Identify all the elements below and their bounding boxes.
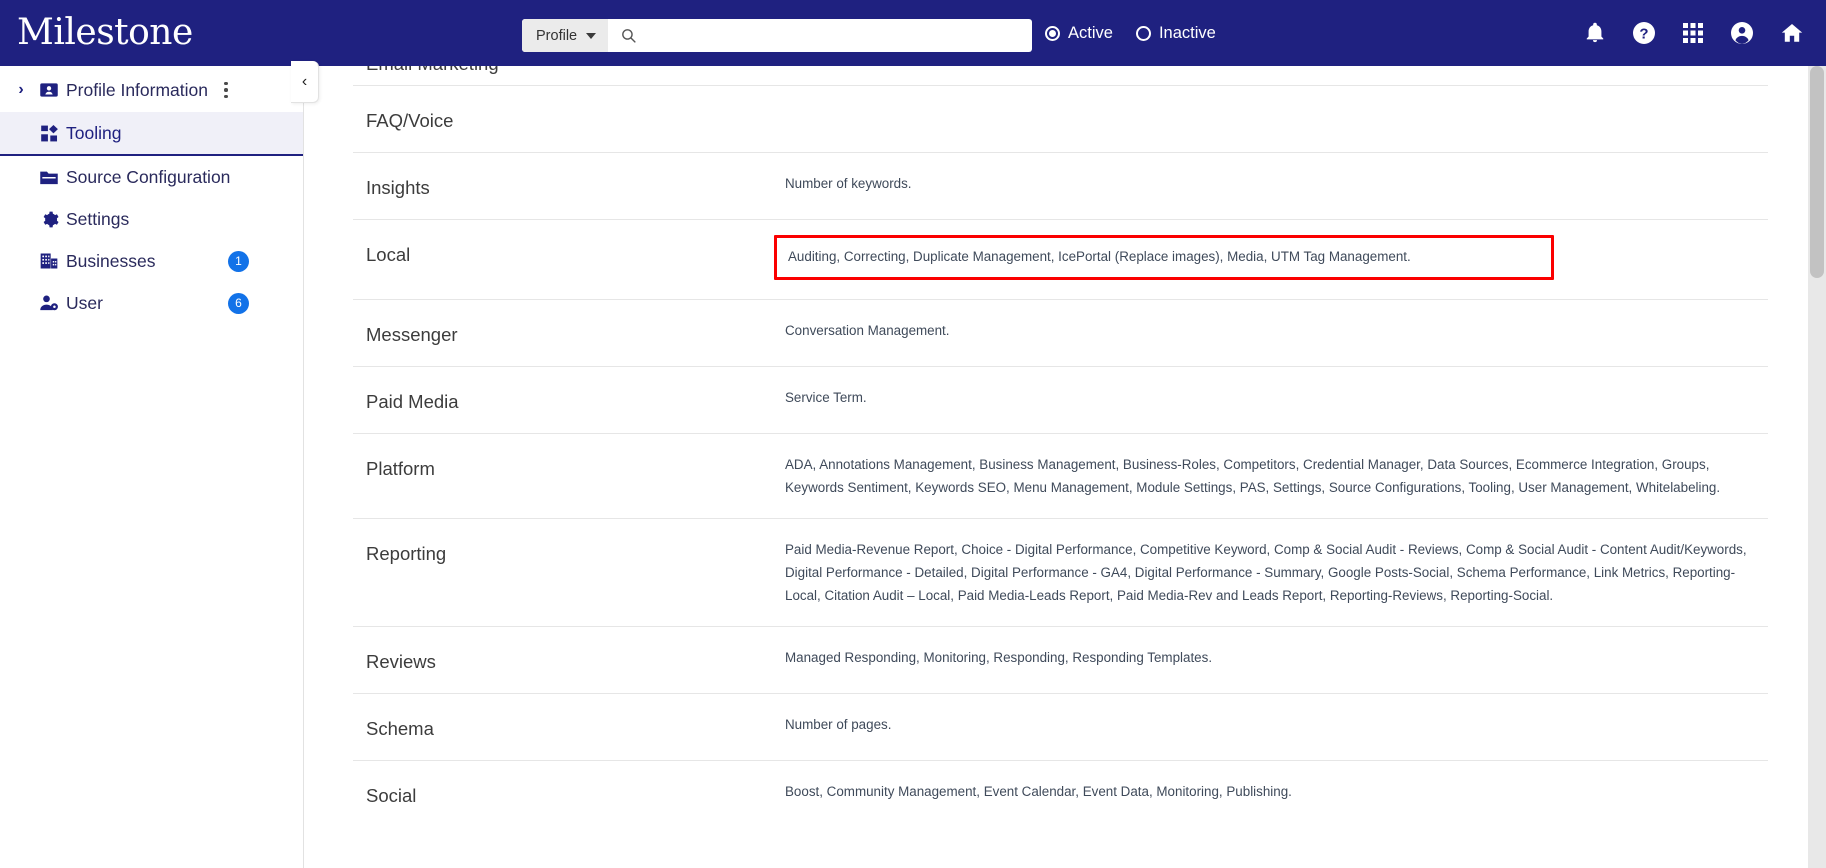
sidebar-item-label: Settings [66, 208, 130, 229]
tooling-table: Email Marketing FAQ/Voice Insights Numbe… [305, 66, 1808, 827]
row-name: Platform [366, 458, 435, 480]
search-scope-label: Profile [536, 27, 578, 44]
sidebar-badge-businesses: 1 [228, 250, 249, 272]
sidebar-item-profile-information[interactable]: › Profile Information [0, 68, 303, 112]
row-name: Messenger [366, 324, 458, 346]
tooling-content-panel: Email Marketing FAQ/Voice Insights Numbe… [305, 66, 1808, 868]
chevron-left-icon: ‹ [301, 72, 308, 90]
sidebar-item-label: Profile Information [66, 79, 209, 100]
radio-inactive[interactable]: Inactive [1135, 23, 1216, 43]
table-row[interactable]: Paid Media Service Term. [353, 366, 1768, 433]
sidebar-item-label: Businesses [66, 250, 156, 271]
account-circle-icon[interactable] [1730, 21, 1754, 45]
status-filter-group: Active Inactive [1045, 0, 1216, 66]
sidebar-item-settings[interactable]: Settings [0, 198, 303, 240]
row-description [785, 105, 1768, 133]
row-description: Conversation Management. [785, 323, 950, 339]
sidebar-item-label: Source Configuration [66, 166, 231, 187]
row-description: Number of keywords. [785, 176, 912, 191]
table-row[interactable]: Reporting Paid Media-Revenue Report, Cho… [353, 518, 1768, 626]
row-name: Reporting [366, 543, 447, 565]
global-search: Profile [522, 19, 1032, 52]
sidebar-item-tooling[interactable]: Tooling [0, 112, 303, 156]
sidebar-badge-user: 6 [228, 292, 249, 314]
top-navigation-bar: Milestone Profile Active Inactive ? [0, 0, 1826, 66]
sidebar-item-label: Tooling [66, 122, 122, 143]
table-row[interactable]: Email Marketing [353, 66, 1768, 85]
table-row[interactable]: Messenger Conversation Management. [353, 299, 1768, 366]
chevron-down-icon [586, 32, 597, 39]
kebab-menu-icon[interactable] [224, 81, 228, 99]
left-sidebar: › Profile Information Tooling Source Con… [0, 66, 304, 868]
radio-selected-icon [1045, 25, 1060, 41]
apps-grid-icon[interactable] [1682, 22, 1704, 44]
user-cog-icon [32, 293, 66, 313]
radio-active[interactable]: Active [1045, 24, 1113, 43]
building-icon [32, 251, 66, 271]
row-description: ADA, Annotations Management, Business Ma… [785, 457, 1721, 496]
row-name: Local [366, 244, 411, 265]
table-row[interactable]: Social Boost, Community Management, Even… [353, 760, 1768, 827]
search-icon [608, 27, 637, 44]
sidebar-item-businesses[interactable]: Businesses 1 [0, 240, 303, 282]
contact-card-icon [32, 80, 66, 100]
row-description: Boost, Community Management, Event Calen… [785, 784, 1292, 800]
vertical-scrollbar[interactable] [1808, 66, 1826, 868]
row-name: FAQ/Voice [366, 110, 454, 131]
scrollbar-thumb[interactable] [1810, 66, 1824, 278]
chevron-right-icon[interactable]: › [10, 81, 32, 99]
row-description: Managed Responding, Monitoring, Respondi… [785, 650, 1213, 666]
row-name: Social [366, 785, 417, 807]
row-name: Insights [366, 177, 430, 198]
table-row[interactable]: Reviews Managed Responding, Monitoring, … [353, 626, 1768, 693]
table-row[interactable]: FAQ/Voice [353, 85, 1768, 152]
radio-inactive-label: Inactive [1158, 23, 1216, 42]
radio-active-label: Active [1068, 23, 1113, 42]
tooling-blocks-icon [32, 124, 66, 143]
search-input[interactable] [637, 20, 1032, 51]
sidebar-item-label: User [66, 292, 103, 313]
row-name: Schema [366, 718, 434, 740]
sidebar-item-user[interactable]: User 6 [0, 282, 303, 324]
svg-text:?: ? [1639, 26, 1648, 43]
row-description: Service Term. [785, 390, 867, 406]
top-nav-icon-group: ? [1584, 0, 1804, 66]
gear-icon [32, 210, 66, 229]
folder-icon [32, 167, 66, 187]
help-circle-icon[interactable]: ? [1632, 21, 1656, 45]
row-description-highlighted: Auditing, Correcting, Duplicate Manageme… [774, 235, 1554, 281]
table-row-local[interactable]: Local Auditing, Correcting, Duplicate Ma… [353, 219, 1768, 299]
bell-icon[interactable] [1584, 22, 1606, 44]
table-row[interactable]: Platform ADA, Annotations Management, Bu… [353, 433, 1768, 518]
table-row[interactable]: Schema Number of pages. [353, 693, 1768, 760]
sidebar-item-source-configuration[interactable]: Source Configuration [0, 156, 303, 198]
row-description: Number of pages. [785, 717, 892, 733]
row-description: Paid Media-Revenue Report, Choice - Digi… [785, 542, 1747, 604]
row-name: Paid Media [366, 391, 459, 413]
home-icon[interactable] [1780, 21, 1804, 45]
app-logo[interactable]: Milestone [17, 15, 193, 51]
row-name: Reviews [366, 651, 436, 673]
radio-unselected-icon [1135, 25, 1151, 41]
sidebar-collapse-button[interactable]: ‹ [291, 61, 319, 103]
table-row[interactable]: Insights Number of keywords. [353, 152, 1768, 219]
search-scope-dropdown[interactable]: Profile [522, 19, 609, 52]
